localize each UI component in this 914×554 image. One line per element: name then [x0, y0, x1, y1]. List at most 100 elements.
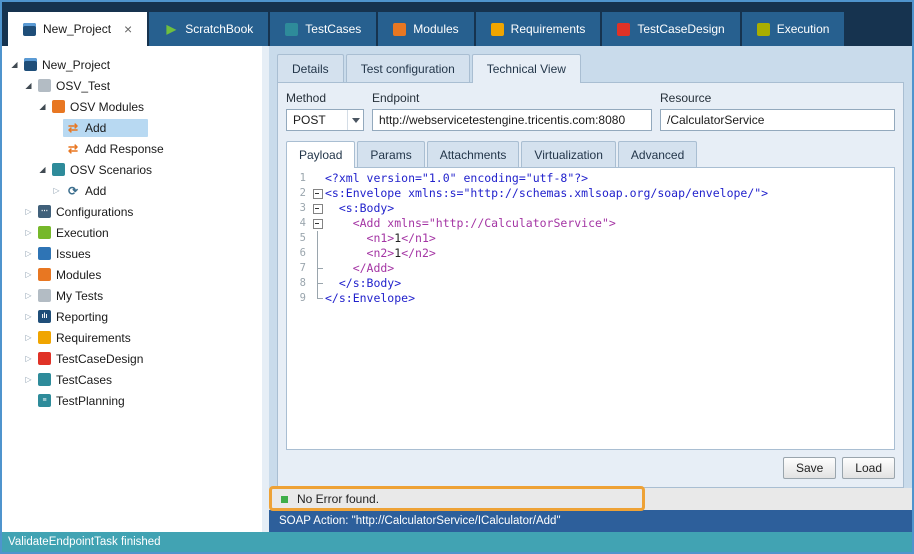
tab-technical-view[interactable]: Technical View: [472, 54, 581, 83]
expand-arrow-icon[interactable]: ▷: [22, 250, 35, 258]
tree-item-content: ⇄Add: [63, 119, 148, 137]
tree-item-new-project[interactable]: ◢New_Project: [2, 54, 262, 75]
expand-arrow-icon[interactable]: ▷: [22, 355, 35, 363]
tab-label: Requirements: [511, 22, 586, 36]
top-tab-testcasedesign[interactable]: TestCaseDesign: [602, 12, 739, 46]
fold-guide: [311, 246, 325, 261]
tree-item-label: Configurations: [56, 205, 133, 219]
top-tab-execution[interactable]: Execution: [742, 12, 845, 46]
code-text: </Add>: [325, 261, 394, 276]
tab-label: TestCaseDesign: [637, 22, 724, 36]
tree-item-osv-test[interactable]: ◢ OSV_Test: [2, 75, 262, 96]
expand-arrow-icon[interactable]: ▷: [22, 292, 35, 300]
expand-arrow-icon[interactable]: ▷: [50, 187, 63, 195]
new-project-icon: [24, 58, 37, 71]
tab-virtualization[interactable]: Virtualization: [521, 141, 615, 167]
endpoint-group: Endpoint: [372, 91, 652, 131]
code-text: </s:Body>: [325, 276, 401, 291]
tree-item-label: Add: [85, 121, 106, 135]
load-button[interactable]: Load: [842, 457, 895, 479]
tree-item-execution[interactable]: ▷Execution: [2, 222, 262, 243]
tree-item-content: ⋯Configurations: [35, 203, 136, 221]
code-text: <?xml version="1.0" encoding="utf-8"?>: [325, 171, 588, 186]
tree-item-configurations[interactable]: ▷⋯Configurations: [2, 201, 262, 222]
tab-params[interactable]: Params: [357, 141, 424, 167]
resource-input[interactable]: [660, 109, 895, 131]
xml-editor[interactable]: 1<?xml version="1.0" encoding="utf-8"?>2…: [286, 167, 895, 450]
tree-item-label: OSV_Test: [56, 79, 110, 93]
expand-arrow-icon[interactable]: ▷: [22, 208, 35, 216]
tab-details[interactable]: Details: [277, 54, 344, 82]
fold-collapse-icon[interactable]: [311, 201, 325, 216]
top-tab-new-project[interactable]: New_Project×: [8, 12, 147, 46]
top-tab-scratchbook[interactable]: ▶ScratchBook: [149, 12, 268, 46]
save-button[interactable]: Save: [783, 457, 836, 479]
payload-tabs: PayloadParamsAttachmentsVirtualizationAd…: [286, 141, 895, 167]
expand-arrow-icon[interactable]: ▷: [22, 271, 35, 279]
sidebar-splitter[interactable]: [262, 46, 269, 532]
tree-item-reporting[interactable]: ▷ılıReporting: [2, 306, 262, 327]
collapse-arrow-icon[interactable]: ◢: [8, 61, 21, 69]
window-status-bar: ValidateEndpointTask finished: [2, 532, 912, 552]
tree-item-content: ≡TestPlanning: [35, 392, 128, 410]
scratchbook-icon: ▶: [164, 22, 178, 36]
expand-arrow-icon[interactable]: ▷: [22, 334, 35, 342]
tree-item-testcasedesign[interactable]: ▷ TestCaseDesign: [2, 348, 262, 369]
tree-item-content: My Tests: [35, 287, 106, 305]
line-number: 4: [287, 216, 311, 231]
code-text: <Add xmlns="http://CalculatorService">: [325, 216, 616, 231]
endpoint-input[interactable]: [372, 109, 652, 131]
fold-collapse-icon[interactable]: [311, 216, 325, 231]
tree-item-add[interactable]: ▷⟳Add: [2, 180, 262, 201]
top-tab-requirements[interactable]: Requirements: [476, 12, 601, 46]
top-tab-modules[interactable]: Modules: [378, 12, 473, 46]
line-number: 2: [287, 186, 311, 201]
tree-item-requirements[interactable]: ▷Requirements: [2, 327, 262, 348]
tree-item-add[interactable]: ⇄Add: [2, 117, 262, 138]
tree-item-content: TestCases: [35, 371, 115, 389]
tree-item-testplanning[interactable]: ≡TestPlanning: [2, 390, 262, 411]
fold-collapse-icon[interactable]: [311, 186, 325, 201]
collapse-arrow-icon[interactable]: ◢: [36, 103, 49, 111]
tree-item-my-tests[interactable]: ▷ My Tests: [2, 285, 262, 306]
technical-view-panel: Method POST Endpoint Resource: [277, 82, 904, 488]
line-number: 9: [287, 291, 311, 306]
tree-item-osv-scenarios[interactable]: ◢OSV Scenarios: [2, 159, 262, 180]
code-text: <s:Envelope xmlns:s="http://schemas.xmls…: [325, 186, 768, 201]
collapse-arrow-icon[interactable]: ◢: [36, 166, 49, 174]
tree-item-add-response[interactable]: ⇄Add Response: [2, 138, 262, 159]
tree-item-osv-modules[interactable]: ◢OSV Modules: [2, 96, 262, 117]
code-line: 9</s:Envelope>: [287, 291, 894, 306]
resource-group: Resource: [660, 91, 895, 131]
testcases-icon: [285, 23, 298, 36]
close-icon[interactable]: ×: [124, 22, 132, 36]
tree-item-modules[interactable]: ▷Modules: [2, 264, 262, 285]
dropdown-arrow-icon[interactable]: [347, 110, 363, 130]
code-line: 4 <Add xmlns="http://CalculatorService">: [287, 216, 894, 231]
tree-item-label: My Tests: [56, 289, 103, 303]
expand-arrow-icon[interactable]: ▷: [22, 229, 35, 237]
osv-test-icon: [38, 79, 51, 92]
code-line: 7 </Add>: [287, 261, 894, 276]
status-ok-icon: [281, 496, 288, 503]
tree-item-issues[interactable]: ▷Issues: [2, 243, 262, 264]
tree-item-label: TestCaseDesign: [56, 352, 143, 366]
expand-arrow-icon[interactable]: ▷: [22, 376, 35, 384]
modules-icon: [38, 268, 51, 281]
endpoint-form: Method POST Endpoint Resource: [286, 91, 895, 131]
tree-item-content: Issues: [35, 245, 94, 263]
tab-advanced[interactable]: Advanced: [618, 141, 697, 167]
tab-attachments[interactable]: Attachments: [427, 141, 520, 167]
expand-arrow-icon[interactable]: ▷: [22, 313, 35, 321]
osv-scenarios-icon: [52, 163, 65, 176]
method-select[interactable]: POST: [286, 109, 364, 131]
tab-payload[interactable]: Payload: [286, 141, 355, 168]
code-line: 3 <s:Body>: [287, 201, 894, 216]
soap-action-bar: SOAP Action: "http://CalculatorService/I…: [269, 510, 912, 532]
my-tests-icon: [38, 289, 51, 302]
collapse-arrow-icon[interactable]: ◢: [22, 82, 35, 90]
tree-item-content: Modules: [35, 266, 104, 284]
tree-item-testcases[interactable]: ▷TestCases: [2, 369, 262, 390]
top-tab-testcases[interactable]: TestCases: [270, 12, 376, 46]
tab-test-configuration[interactable]: Test configuration: [346, 54, 470, 82]
